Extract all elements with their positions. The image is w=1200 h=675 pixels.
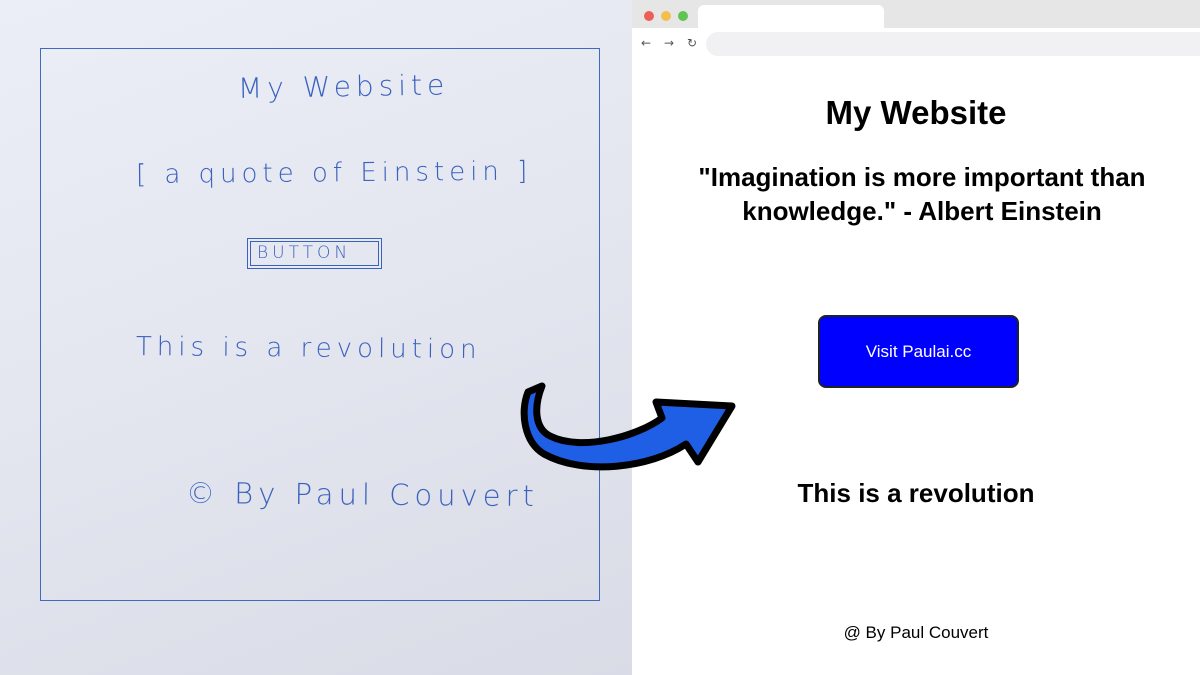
tagline: This is a revolution xyxy=(797,478,1035,508)
einstein-quote: "Imagination is more important than know… xyxy=(698,162,1146,226)
sketch-quote-placeholder: [ a quote of Einstein ] xyxy=(135,156,533,190)
sketch-title: My Website xyxy=(237,68,450,105)
address-bar[interactable] xyxy=(706,32,1200,56)
page-title: My Website xyxy=(825,94,1007,131)
forward-arrow-icon[interactable]: → xyxy=(664,36,674,50)
visit-paulai-button[interactable]: Visit Paulai.cc xyxy=(818,315,1019,388)
browser-titlebar xyxy=(632,0,1200,31)
browser-toolbar: ← → ↻ xyxy=(632,28,1200,60)
sketch-button-label: BUTTON xyxy=(257,243,352,263)
sketch-panel: My Website [ a quote of Einstein ] BUTTO… xyxy=(0,0,632,675)
website-content: My Website "Imagination is more importan… xyxy=(632,60,1200,675)
transform-arrow-icon xyxy=(520,382,736,471)
sketch-tagline: This is a revolution xyxy=(135,332,482,366)
close-window-dot[interactable] xyxy=(644,11,654,21)
maximize-window-dot[interactable] xyxy=(678,11,688,21)
reload-icon[interactable]: ↻ xyxy=(687,36,697,50)
browser-window: ← → ↻ My Website "Imagination is more im… xyxy=(632,0,1200,675)
sketch-frame xyxy=(40,48,600,601)
sketch-footer: © By Paul Couvert xyxy=(185,476,540,514)
back-arrow-icon[interactable]: ← xyxy=(641,36,651,50)
minimize-window-dot[interactable] xyxy=(661,11,671,21)
footer-credit: @ By Paul Couvert xyxy=(843,623,989,642)
